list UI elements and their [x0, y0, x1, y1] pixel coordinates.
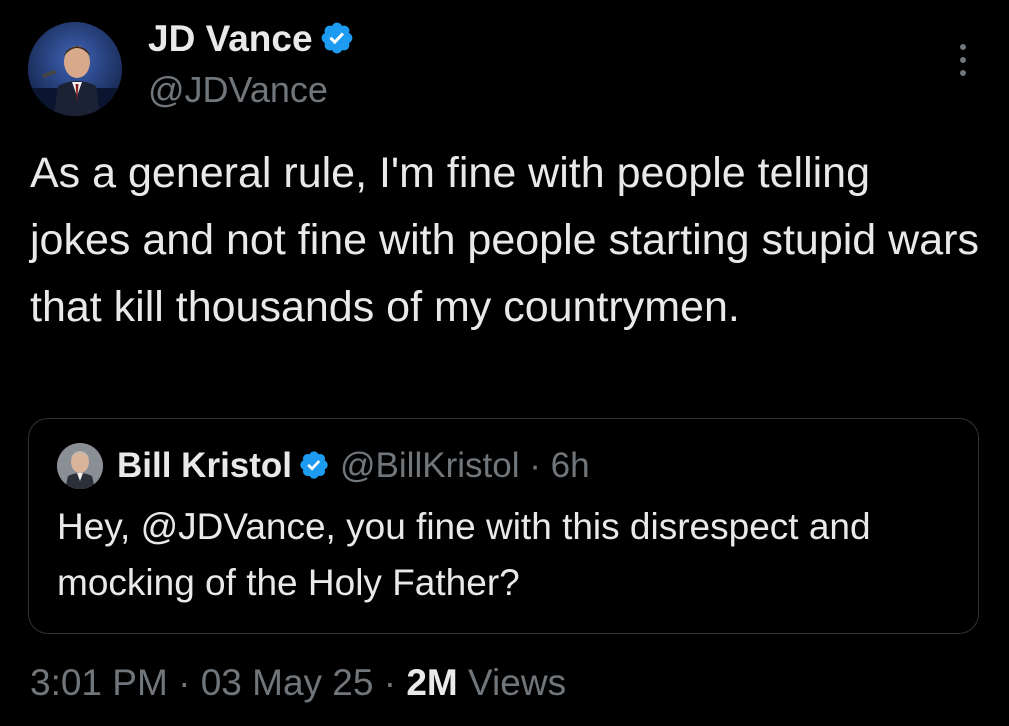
- author-handle[interactable]: @JDVance: [148, 66, 328, 114]
- quoted-timestamp[interactable]: 6h: [551, 446, 590, 485]
- meta-separator: ·: [178, 662, 191, 703]
- quoted-author-name[interactable]: Bill Kristol: [117, 446, 292, 485]
- verified-badge-icon: [319, 20, 355, 56]
- quoted-tweet[interactable]: Bill Kristol @BillKristol · 6h Hey, @JDVa…: [28, 418, 979, 634]
- more-dot: [960, 70, 966, 76]
- author-avatar[interactable]: [28, 22, 122, 116]
- tweet-card: JD Vance @JDVance As a general rule, I'm…: [0, 0, 1009, 726]
- verified-badge-icon: [298, 449, 330, 481]
- tweet-date[interactable]: 03 May 25: [201, 662, 374, 703]
- quoted-tweet-header: Bill Kristol @BillKristol · 6h: [117, 441, 590, 491]
- author-name[interactable]: JD Vance: [148, 14, 355, 64]
- more-dot: [960, 57, 966, 63]
- more-options-icon[interactable]: [946, 42, 980, 78]
- tweet-time[interactable]: 3:01 PM: [30, 662, 168, 703]
- tweet-text: As a general rule, I'm fine with people …: [30, 149, 979, 331]
- author-avatar-image: [28, 22, 122, 116]
- quoted-author-avatar-image: [57, 443, 103, 489]
- author-name-text: JD Vance: [148, 18, 313, 59]
- meta-separator: ·: [383, 662, 397, 703]
- views-count[interactable]: 2M: [406, 662, 457, 703]
- quoted-tweet-text: Hey, @JDVance, you fine with this disres…: [57, 506, 871, 603]
- quoted-author-avatar[interactable]: [57, 443, 103, 489]
- views-label[interactable]: Views: [468, 662, 566, 703]
- quoted-author-handle[interactable]: @BillKristol: [340, 446, 519, 485]
- more-dot: [960, 44, 966, 50]
- tweet-meta: 3:01 PM · 03 May 25 · 2M Views: [30, 656, 566, 710]
- quoted-separator: ·: [529, 446, 541, 485]
